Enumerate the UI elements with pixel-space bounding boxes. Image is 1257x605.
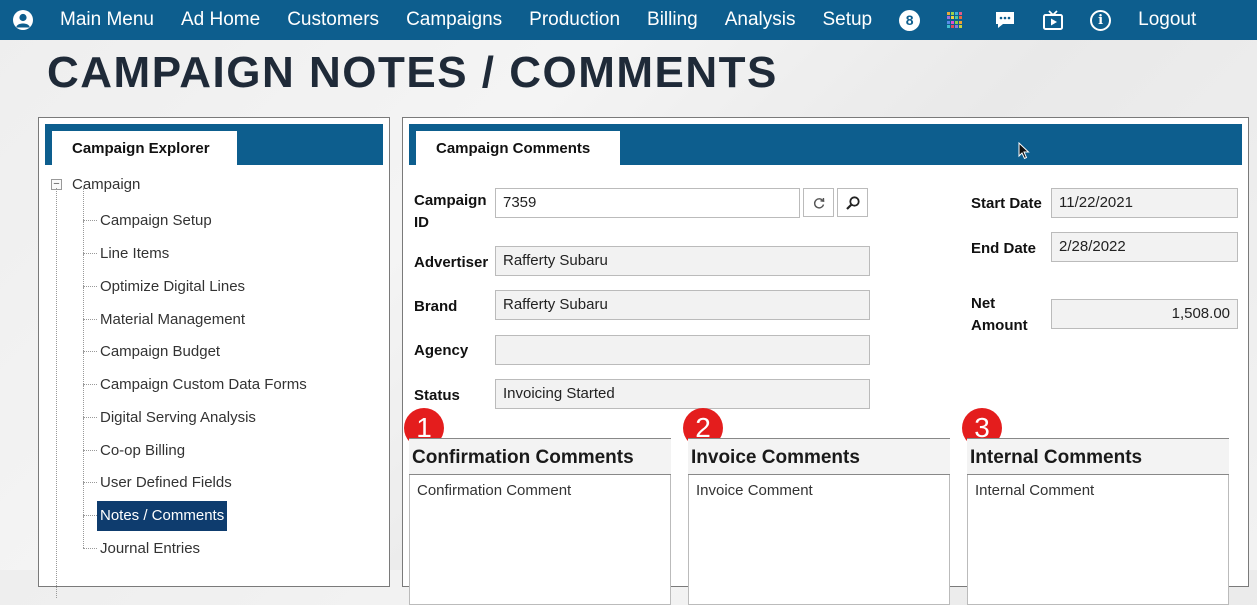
video-icon[interactable] bbox=[1042, 9, 1064, 31]
tree-item-label[interactable]: Digital Serving Analysis bbox=[97, 403, 259, 433]
campaign-id-label-line1: Campaign bbox=[414, 192, 487, 209]
tree-item-notes-comments[interactable]: Notes / Comments bbox=[39, 483, 359, 531]
invoice-comments-header: Invoice Comments bbox=[688, 438, 950, 475]
search-icon bbox=[845, 195, 860, 210]
tree-item-label[interactable]: Co-op Billing bbox=[97, 436, 188, 466]
nav-ad-home[interactable]: Ad Home bbox=[181, 9, 260, 31]
nav-analysis[interactable]: Analysis bbox=[725, 9, 796, 31]
advertiser-label: Advertiser bbox=[414, 254, 489, 271]
search-button[interactable] bbox=[837, 188, 868, 217]
page-title: CAMPAIGN NOTES / COMMENTS bbox=[47, 48, 778, 97]
start-date-label: Start Date bbox=[971, 195, 1042, 212]
user-icon[interactable] bbox=[12, 9, 34, 31]
apps-grid-icon[interactable] bbox=[946, 12, 962, 28]
end-date-label: End Date bbox=[971, 240, 1037, 257]
chat-icon[interactable] bbox=[994, 10, 1016, 30]
invoice-comments-textarea[interactable]: Invoice Comment bbox=[688, 475, 950, 605]
status-label: Status bbox=[414, 387, 460, 404]
tree-item-campaign-setup[interactable]: Campaign Setup bbox=[39, 188, 359, 236]
internal-comments-textarea[interactable]: Internal Comment bbox=[967, 475, 1229, 605]
campaign-id-label-line2: ID bbox=[414, 214, 429, 231]
tab-campaign-comments[interactable]: Campaign Comments bbox=[416, 131, 620, 165]
refresh-icon bbox=[813, 197, 824, 208]
tree-item-custom-data-forms[interactable]: Campaign Custom Data Forms bbox=[39, 352, 359, 400]
tree-item-label[interactable]: Material Management bbox=[97, 305, 248, 335]
tree-item-label[interactable]: Journal Entries bbox=[97, 534, 203, 564]
nav-billing[interactable]: Billing bbox=[647, 9, 698, 31]
advertiser-field[interactable]: Rafferty Subaru bbox=[495, 246, 870, 276]
comments-tabbar: Campaign Comments bbox=[409, 124, 1242, 165]
nav-setup[interactable]: Setup bbox=[822, 9, 872, 31]
tree-item-label[interactable]: User Defined Fields bbox=[97, 468, 235, 498]
confirmation-comments-textarea[interactable]: Confirmation Comment bbox=[409, 475, 671, 605]
net-amount-field[interactable]: 1,508.00 bbox=[1051, 299, 1238, 329]
nav-production[interactable]: Production bbox=[529, 9, 620, 31]
tree-item-journal-entries[interactable]: Journal Entries bbox=[39, 516, 359, 564]
agency-field[interactable] bbox=[495, 335, 870, 365]
tree-item-digital-serving-analysis[interactable]: Digital Serving Analysis bbox=[39, 385, 359, 433]
refresh-button[interactable] bbox=[803, 188, 834, 217]
tree-item-label[interactable]: Optimize Digital Lines bbox=[97, 272, 248, 302]
tree-item-coop-billing[interactable]: Co-op Billing bbox=[39, 418, 359, 466]
mouse-cursor-icon bbox=[1018, 141, 1030, 165]
tree-item-line-items[interactable]: Line Items bbox=[39, 221, 359, 269]
tree-item-user-defined-fields[interactable]: User Defined Fields bbox=[39, 450, 359, 498]
brand-field[interactable]: Rafferty Subaru bbox=[495, 290, 870, 320]
tab-campaign-explorer[interactable]: Campaign Explorer bbox=[52, 131, 237, 165]
campaign-comments-panel: Campaign Comments Campaign ID 7359 Adver… bbox=[402, 117, 1249, 605]
tree-item-label[interactable]: Campaign Custom Data Forms bbox=[97, 370, 310, 400]
nav-logout[interactable]: Logout bbox=[1138, 9, 1196, 31]
tree-item-label[interactable]: Campaign Budget bbox=[97, 337, 223, 367]
top-nav: Main Menu Ad Home Customers Campaigns Pr… bbox=[0, 0, 1257, 40]
end-date-field[interactable]: 2/28/2022 bbox=[1051, 232, 1238, 262]
brand-label: Brand bbox=[414, 298, 458, 315]
tree-item-material-management[interactable]: Material Management bbox=[39, 287, 359, 335]
net-amount-label-line1: Net bbox=[971, 295, 996, 312]
tree-item-label[interactable]: Line Items bbox=[97, 239, 172, 269]
agency-label: Agency bbox=[414, 342, 469, 359]
tree-root[interactable]: − Campaign bbox=[51, 174, 140, 194]
nav-main-menu[interactable]: Main Menu bbox=[60, 9, 154, 31]
status-field[interactable]: Invoicing Started bbox=[495, 379, 870, 409]
notification-badge[interactable]: 8 bbox=[899, 9, 921, 31]
nav-campaigns[interactable]: Campaigns bbox=[406, 9, 502, 31]
campaign-explorer-panel: Campaign Explorer − Campaign Campaign Se… bbox=[38, 117, 390, 598]
nav-customers[interactable]: Customers bbox=[287, 9, 379, 31]
start-date-field[interactable]: 11/22/2021 bbox=[1051, 188, 1238, 218]
net-amount-label-line2: Amount bbox=[971, 317, 1028, 334]
confirmation-comments-header: Confirmation Comments bbox=[409, 438, 671, 475]
tree-item-optimize-digital-lines[interactable]: Optimize Digital Lines bbox=[39, 254, 359, 302]
explorer-tabbar: Campaign Explorer bbox=[45, 124, 383, 165]
internal-comments-header: Internal Comments bbox=[967, 438, 1229, 475]
tree-item-label[interactable]: Notes / Comments bbox=[97, 501, 228, 531]
info-icon[interactable]: i bbox=[1090, 9, 1112, 31]
tree-item-label[interactable]: Campaign Setup bbox=[97, 206, 215, 236]
tree-item-campaign-budget[interactable]: Campaign Budget bbox=[39, 319, 359, 367]
campaign-id-field[interactable]: 7359 bbox=[495, 188, 800, 218]
